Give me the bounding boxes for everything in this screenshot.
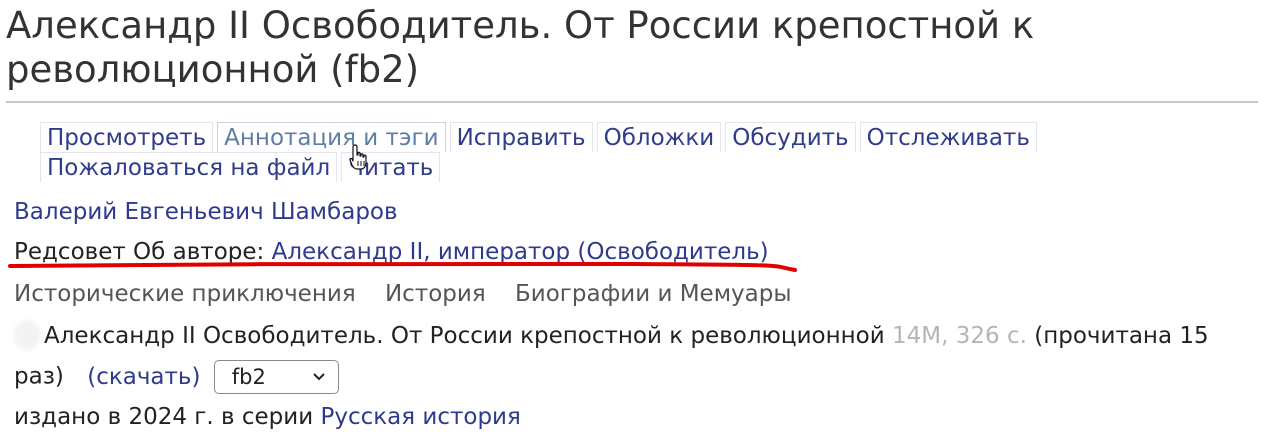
action-tabs: Просмотреть Аннотация и тэги Исправить О… — [40, 122, 1140, 182]
file-title: Александр II Освободитель. От России кре… — [44, 323, 885, 349]
author-link[interactable]: Валерий Евгеньевич Шамбаров — [14, 199, 398, 225]
file-line: Александр II Освободитель. От России кре… — [44, 320, 1209, 352]
file-format-icon — [14, 320, 40, 350]
tab-edit[interactable]: Исправить — [449, 122, 593, 152]
tab-row-2: Пожаловаться на файл Читать — [40, 152, 1140, 182]
author-line: Валерий Евгеньевич Шамбаров — [14, 196, 398, 228]
red-annotation-underline — [8, 261, 797, 272]
tab-view[interactable]: Просмотреть — [40, 122, 214, 152]
tab-track[interactable]: Отслеживать — [859, 122, 1037, 152]
tab-annotation-tags[interactable]: Аннотация и тэги — [217, 122, 446, 152]
genres-line: Исторические приключения История Биограф… — [14, 278, 814, 310]
genre-link-history[interactable]: История — [385, 281, 486, 307]
publication-line: издано в 2024 г. в серии Русская история — [14, 401, 521, 433]
download-line: раз) (скачать) fb2 — [14, 360, 339, 394]
tab-row-1: Просмотреть Аннотация и тэги Исправить О… — [40, 122, 1140, 152]
series-link[interactable]: Русская история — [320, 404, 520, 430]
format-select-value: fb2 — [231, 365, 266, 389]
genre-link-historical-adventures[interactable]: Исторические приключения — [14, 281, 356, 307]
download-link[interactable]: (скачать) — [87, 364, 200, 390]
tab-report-file[interactable]: Пожаловаться на файл — [40, 152, 338, 182]
tab-covers[interactable]: Обложки — [596, 122, 722, 152]
tab-discuss[interactable]: Обсудить — [725, 122, 856, 152]
file-size-pages: 14M, 326 с. — [892, 323, 1027, 349]
read-count-suffix: раз) — [14, 363, 64, 390]
page-title: Александр II Освободитель. От России кре… — [6, 4, 1035, 91]
publication-text: издано в 2024 г. в серии — [14, 404, 314, 430]
read-count: (прочитана 15 — [1034, 323, 1209, 349]
chevron-down-icon — [313, 373, 325, 381]
hand-pointer-icon — [349, 144, 367, 170]
genre-link-biographies[interactable]: Биографии и Мемуары — [515, 281, 792, 307]
title-divider — [6, 101, 1258, 103]
format-select[interactable]: fb2 — [213, 360, 339, 394]
